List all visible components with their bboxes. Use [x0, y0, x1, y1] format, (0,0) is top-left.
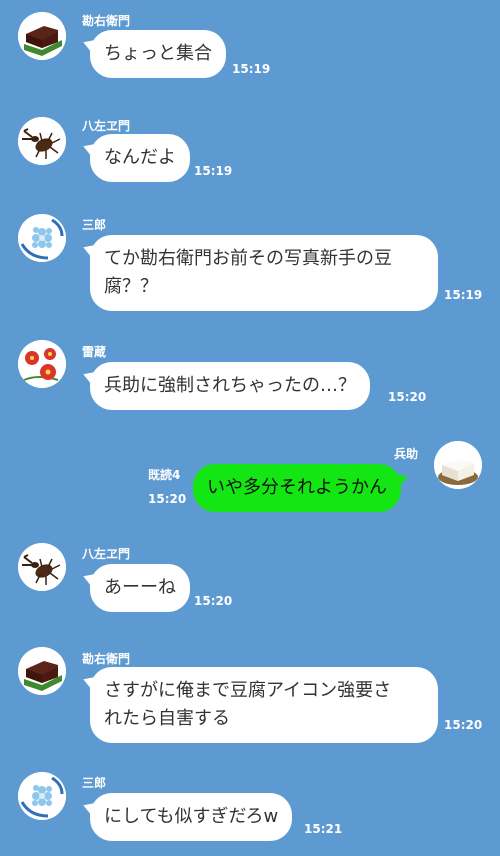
- sender-name: 八左ヱ門: [82, 119, 131, 133]
- sender-name: 兵助: [394, 447, 419, 461]
- sender-name: 勘右衛門: [82, 652, 131, 666]
- message-bubble[interactable]: 兵助に強制されちゃったの…？: [90, 362, 370, 410]
- flowers-icon[interactable]: [18, 340, 66, 388]
- message-time: 15:20: [388, 390, 427, 404]
- sender-name: 三郎: [82, 776, 107, 790]
- sender-name: 三郎: [82, 218, 107, 232]
- sender-name: 勘右衛門: [82, 14, 131, 28]
- message-bubble[interactable]: いや多分それようかん: [193, 464, 401, 512]
- message-time: 15:20: [194, 594, 233, 608]
- message-bubble[interactable]: にしても似すぎだろw: [90, 793, 293, 841]
- message-time: 15:19: [194, 164, 233, 178]
- yokan-icon[interactable]: [18, 647, 66, 695]
- message-bubble[interactable]: あーーね: [90, 564, 190, 612]
- beetle-icon[interactable]: [18, 117, 66, 165]
- message-time: 15:20: [444, 718, 483, 732]
- hydrangea-icon[interactable]: [18, 214, 66, 262]
- yokan-icon[interactable]: [18, 12, 66, 60]
- message-time: 15:21: [304, 822, 343, 836]
- tofu-icon[interactable]: [434, 441, 482, 489]
- sender-name: 八左ヱ門: [82, 547, 131, 561]
- message-bubble[interactable]: さすがに俺まで豆腐アイコン強要さ れたら自害する: [90, 667, 438, 743]
- message-time: 15:19: [444, 288, 483, 302]
- message-bubble[interactable]: なんだよ: [90, 134, 190, 182]
- sender-name: 雷蔵: [82, 345, 107, 359]
- message-time: 15:20: [148, 492, 187, 506]
- message-bubble[interactable]: ちょっと集合: [90, 30, 226, 78]
- beetle-icon[interactable]: [18, 543, 66, 591]
- message-time: 15:19: [232, 62, 271, 76]
- message-bubble[interactable]: てか勘右衛門お前その写真新手の豆 腐？？: [90, 235, 438, 311]
- read-receipt: 既読4: [148, 468, 181, 482]
- hydrangea-icon[interactable]: [18, 772, 66, 820]
